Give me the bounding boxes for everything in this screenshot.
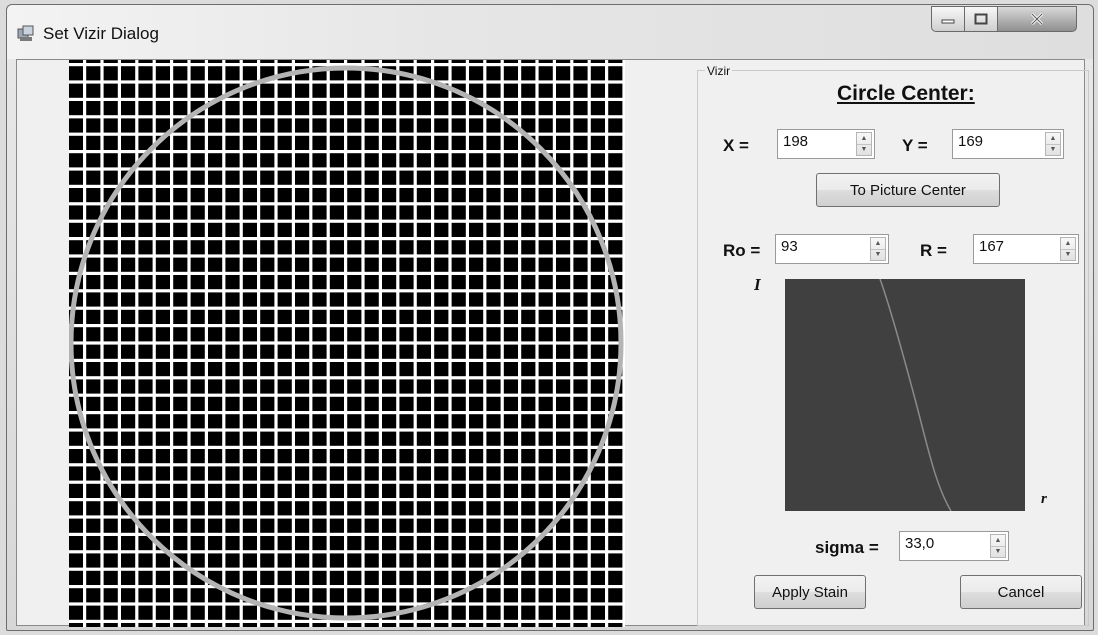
apply-stain-button[interactable]: Apply Stain xyxy=(754,575,866,609)
ro-spin-arrows[interactable]: ▲ ▼ xyxy=(870,237,886,261)
grid-picture-canvas xyxy=(69,60,625,627)
minimize-button[interactable] xyxy=(931,6,965,32)
vizir-group-title: Vizir xyxy=(705,64,733,78)
r-spin-arrows[interactable]: ▲ ▼ xyxy=(1060,237,1076,261)
spin-up-icon[interactable]: ▲ xyxy=(1046,133,1060,144)
spin-down-icon[interactable]: ▼ xyxy=(1061,248,1075,261)
x-value[interactable]: 198 xyxy=(783,133,808,150)
spin-up-icon[interactable]: ▲ xyxy=(871,238,885,249)
dialog-client-area: Vizir Circle Center: X = 198 ▲ ▼ Y = 169… xyxy=(16,59,1089,627)
sigma-spin-arrows[interactable]: ▲ ▼ xyxy=(990,534,1006,558)
app-icon xyxy=(17,25,34,41)
ro-spinbox[interactable]: 93 ▲ ▼ xyxy=(775,234,889,264)
minimize-icon xyxy=(941,19,955,24)
graph-x-axis-label: r xyxy=(1041,491,1047,507)
close-icon xyxy=(1030,12,1044,26)
x-label: X = xyxy=(723,136,749,155)
y-spinbox[interactable]: 169 ▲ ▼ xyxy=(952,129,1064,159)
r-label: R = xyxy=(920,241,947,260)
title-bar[interactable]: Set Vizir Dialog xyxy=(7,5,1093,59)
y-value[interactable]: 169 xyxy=(958,133,983,150)
sigma-spinbox[interactable]: 33,0 ▲ ▼ xyxy=(899,531,1009,561)
close-button[interactable] xyxy=(997,6,1077,32)
circle-center-heading: Circle Center: xyxy=(837,82,975,105)
spin-up-icon[interactable]: ▲ xyxy=(1061,238,1075,249)
to-picture-center-button[interactable]: To Picture Center xyxy=(816,173,1000,207)
dialog-window: Set Vizir Dialog Vizir Circle Center: X … xyxy=(6,4,1094,631)
maximize-button[interactable] xyxy=(964,6,998,32)
spin-down-icon[interactable]: ▼ xyxy=(871,248,885,261)
spin-up-icon[interactable]: ▲ xyxy=(991,535,1005,546)
x-spin-arrows[interactable]: ▲ ▼ xyxy=(856,132,872,156)
ro-label: Ro = xyxy=(723,241,761,260)
y-label: Y = xyxy=(902,136,928,155)
graph-y-axis-label: I xyxy=(754,275,761,294)
cancel-button[interactable]: Cancel xyxy=(960,575,1082,609)
maximize-icon xyxy=(974,13,988,25)
window-title: Set Vizir Dialog xyxy=(43,24,159,43)
sigma-label: sigma = xyxy=(815,538,879,557)
x-spinbox[interactable]: 198 ▲ ▼ xyxy=(777,129,875,159)
sigma-value[interactable]: 33,0 xyxy=(905,535,934,552)
spin-down-icon[interactable]: ▼ xyxy=(991,545,1005,558)
ro-value[interactable]: 93 xyxy=(781,238,798,255)
r-value[interactable]: 167 xyxy=(979,238,1004,255)
spin-down-icon[interactable]: ▼ xyxy=(1046,143,1060,156)
grid-picture[interactable] xyxy=(69,60,625,627)
spin-down-icon[interactable]: ▼ xyxy=(857,143,871,156)
spin-up-icon[interactable]: ▲ xyxy=(857,133,871,144)
profile-curve xyxy=(879,278,952,512)
r-spinbox[interactable]: 167 ▲ ▼ xyxy=(973,234,1079,264)
stain-profile-graph xyxy=(785,278,1025,512)
y-spin-arrows[interactable]: ▲ ▼ xyxy=(1045,132,1061,156)
